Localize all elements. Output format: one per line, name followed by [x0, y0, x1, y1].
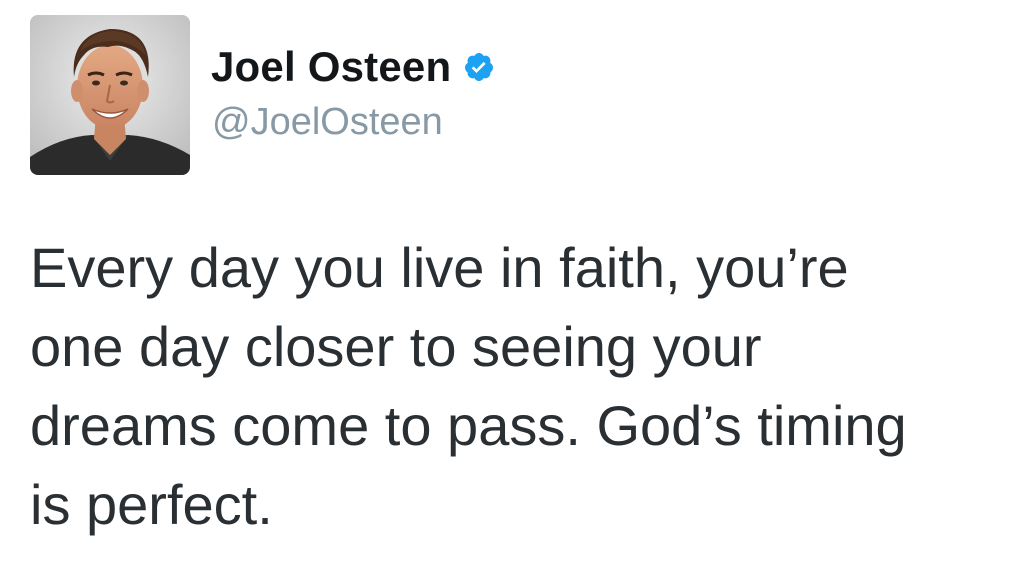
tweet-text: Every day you live in faith, you’re one …	[30, 236, 907, 536]
author-name-row: Joel Osteen	[211, 40, 495, 94]
tweet-card: Joel Osteen @JoelOsteen Every day you li…	[0, 0, 1024, 573]
profile-avatar[interactable]	[30, 15, 190, 175]
author-display-name[interactable]: Joel Osteen	[211, 40, 451, 94]
verified-badge-icon	[463, 51, 495, 83]
author-handle[interactable]: @JoelOsteen	[212, 98, 443, 146]
avatar-photo-icon	[30, 15, 190, 175]
